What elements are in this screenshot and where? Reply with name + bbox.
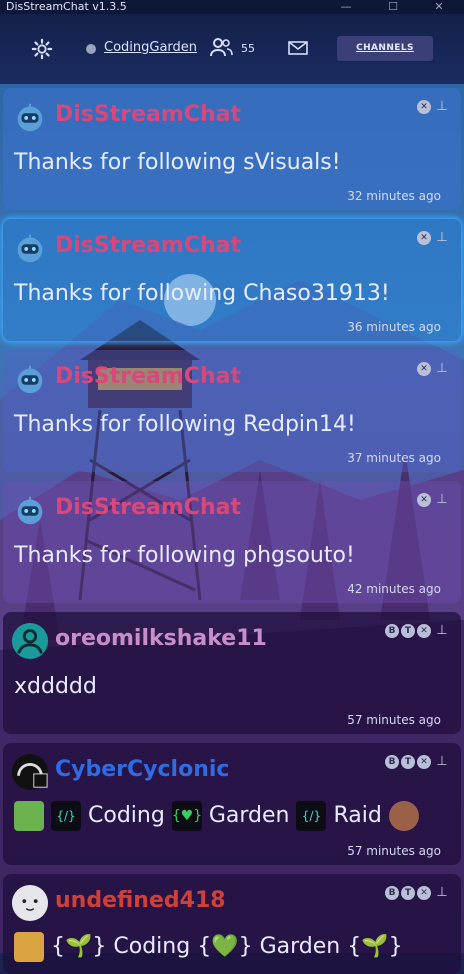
viewer-count: 55 [241, 42, 255, 55]
message-controls: ✕ ⊥ [417, 100, 449, 114]
pin-icon[interactable]: ⊥ [435, 624, 449, 638]
heart-emote-icon: {♥} [171, 801, 202, 831]
viewers-icon [210, 38, 233, 57]
chat-feed[interactable]: DisStreamChat ✕ ⊥ Thanks for following s… [0, 84, 464, 974]
chat-message[interactable]: DisStreamChat ✕ ⊥ Thanks for following C… [3, 219, 461, 341]
message-controls: B T ✕ ⊥ [385, 624, 449, 638]
delete-icon[interactable]: ✕ [417, 362, 431, 376]
message-controls: ✕ ⊥ [417, 362, 449, 376]
message-controls: B T ✕ ⊥ [385, 755, 449, 769]
message-text: Thanks for following Chaso31913! [14, 281, 390, 306]
message-word: Raid [333, 803, 382, 828]
delete-icon[interactable]: ✕ [417, 624, 431, 638]
pin-icon[interactable]: ⊥ [435, 362, 449, 376]
chat-message[interactable]: DisStreamChat ✕ ⊥ Thanks for following p… [3, 481, 461, 603]
app-title: DisStreamChat v1.3.5 [6, 0, 127, 13]
chat-message[interactable]: CyberCyclonic B T ✕ ⊥ {/} Coding {♥} Gar… [3, 743, 461, 865]
face-emote-icon [14, 801, 44, 831]
username[interactable]: DisStreamChat [55, 102, 241, 127]
message-controls: ✕ ⊥ [417, 231, 449, 245]
maximize-button[interactable]: ☐ [383, 0, 403, 14]
bot-avatar-icon [17, 365, 43, 394]
minimize-button[interactable]: — [336, 0, 356, 14]
message-timestamp: 32 minutes ago [347, 189, 441, 203]
chat-message[interactable]: DisStreamChat ✕ ⊥ Thanks for following s… [3, 88, 461, 210]
mail-icon[interactable] [288, 41, 308, 55]
message-text: xddddd [14, 674, 97, 699]
pin-icon[interactable]: ⊥ [435, 755, 449, 769]
delete-icon[interactable]: ✕ [417, 231, 431, 245]
bot-avatar-icon [17, 496, 43, 525]
pin-icon[interactable]: ⊥ [435, 100, 449, 114]
close-button[interactable]: ✕ [429, 0, 449, 14]
ban-icon[interactable]: B [385, 624, 399, 638]
message-word: Garden [208, 803, 290, 828]
channels-button[interactable]: CHANNELS [337, 36, 433, 61]
gear-icon[interactable] [31, 38, 53, 60]
delete-icon[interactable]: ✕ [417, 100, 431, 114]
message-timestamp: 57 minutes ago [347, 844, 441, 858]
username[interactable]: oreomilkshake11 [55, 626, 267, 651]
message-text: Thanks for following sVisuals! [14, 150, 341, 175]
message-timestamp: 57 minutes ago [347, 713, 441, 727]
pin-icon[interactable]: ⊥ [435, 493, 449, 507]
pin-icon[interactable]: ⊥ [435, 886, 449, 900]
pin-icon[interactable]: ⊥ [435, 231, 449, 245]
message-text: {/} Coding {♥} Garden {/} Raid [14, 801, 419, 831]
channel-link[interactable]: CodingGarden [104, 40, 197, 55]
message-timestamp: 36 minutes ago [347, 320, 441, 334]
username[interactable]: DisStreamChat [55, 233, 241, 258]
username[interactable]: DisStreamChat [55, 495, 241, 520]
message-timestamp: 37 minutes ago [347, 451, 441, 465]
username[interactable]: CyberCyclonic [55, 757, 229, 782]
chat-message[interactable]: undefined418 B T ✕ ⊥ {🌱} Coding {💚} Gard… [3, 874, 461, 974]
message-controls: B T ✕ ⊥ [385, 886, 449, 900]
message-text: Thanks for following Redpin14! [14, 412, 356, 437]
bot-avatar-icon [17, 234, 43, 263]
chat-message[interactable]: DisStreamChat ✕ ⊥ Thanks for following R… [3, 350, 461, 472]
user-avatar-icon [11, 622, 49, 660]
chat-message[interactable]: oreomilkshake11 B T ✕ ⊥ xddddd 57 minute… [3, 612, 461, 734]
message-word: Garden [259, 934, 341, 959]
timeout-icon[interactable]: T [401, 886, 415, 900]
username[interactable]: undefined418 [55, 888, 226, 913]
ban-icon[interactable]: B [385, 755, 399, 769]
user-avatar-icon [11, 884, 49, 922]
username[interactable]: DisStreamChat [55, 364, 241, 389]
header-bar: CodingGarden 55 CHANNELS [0, 14, 464, 84]
user-avatar-icon [11, 753, 49, 791]
title-bar: DisStreamChat v1.3.5 — ☐ ✕ [0, 0, 464, 14]
bot-avatar-icon [17, 103, 43, 132]
wave-emote-icon [14, 932, 44, 962]
message-text: Thanks for following phgsouto! [14, 543, 355, 568]
code-brackets-emote-icon: {/} [51, 801, 81, 831]
ban-icon[interactable]: B [385, 886, 399, 900]
delete-icon[interactable]: ✕ [417, 493, 431, 507]
timeout-icon[interactable]: T [401, 755, 415, 769]
message-word: Coding [113, 934, 191, 959]
face-emote-icon [388, 801, 419, 831]
message-word: {💚} [197, 934, 253, 959]
message-word: {🌱} [51, 934, 107, 959]
code-brackets-emote-icon: {/} [296, 801, 327, 831]
message-timestamp: 42 minutes ago [347, 582, 441, 596]
message-word: {🌱} [347, 934, 403, 959]
message-word: Coding [88, 803, 165, 828]
delete-icon[interactable]: ✕ [417, 886, 431, 900]
delete-icon[interactable]: ✕ [417, 755, 431, 769]
message-controls: ✕ ⊥ [417, 493, 449, 507]
message-text: {🌱} Coding {💚} Garden {🌱} [14, 932, 403, 962]
live-status-dot [86, 44, 96, 54]
timeout-icon[interactable]: T [401, 624, 415, 638]
